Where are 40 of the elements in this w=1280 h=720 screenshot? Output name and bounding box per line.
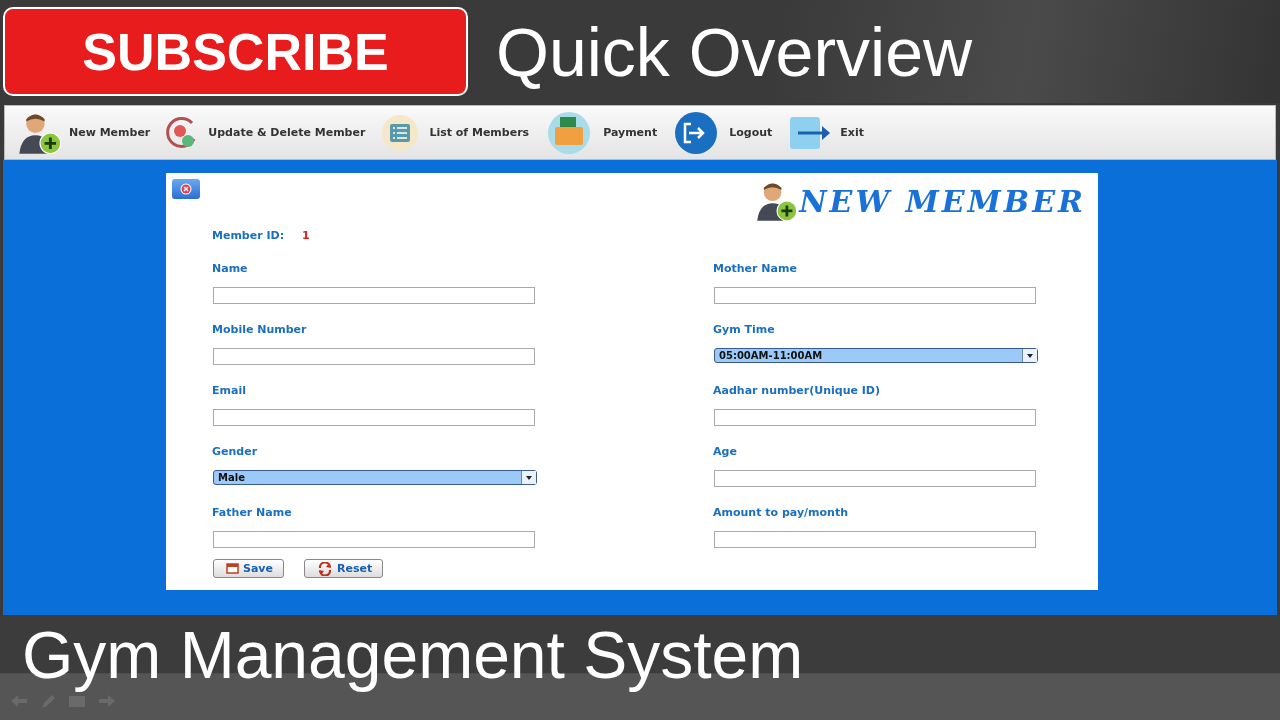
- close-icon: [180, 183, 192, 195]
- input-field[interactable]: [213, 409, 535, 426]
- toolbar-button[interactable]: New Member: [69, 126, 151, 139]
- field-label: Age: [713, 445, 737, 458]
- field-label: Amount to pay/month: [713, 506, 848, 519]
- toolbar-button[interactable]: Update & Delete Member: [208, 126, 366, 139]
- field-label: Mother Name: [713, 262, 797, 275]
- refresh-icon: [317, 561, 333, 576]
- input-field[interactable]: [714, 470, 1036, 487]
- field-label: Gender: [212, 445, 258, 458]
- video-subtitle: Gym Management System: [22, 617, 804, 693]
- input-field[interactable]: [213, 287, 535, 304]
- save-button[interactable]: Save: [213, 559, 284, 578]
- toolbar-button[interactable]: Exit: [840, 126, 864, 139]
- field-label: Father Name: [212, 506, 292, 519]
- field-label: Gym Time: [713, 323, 775, 336]
- close-button[interactable]: [172, 179, 200, 199]
- input-field[interactable]: [714, 287, 1036, 304]
- field-label: Member ID:: [212, 229, 285, 242]
- field-label: Aadhar number(Unique ID): [713, 384, 880, 397]
- reset-button[interactable]: Reset: [304, 559, 384, 578]
- field-label: Email: [212, 384, 246, 397]
- input-field[interactable]: [714, 409, 1036, 426]
- toolbar-button[interactable]: List of Members: [429, 126, 530, 139]
- dropdown[interactable]: Male: [213, 470, 537, 485]
- dropdown[interactable]: 05:00AM-11:00AM: [714, 348, 1038, 363]
- field-label: Mobile Number: [212, 323, 307, 336]
- video-title: Quick Overview: [496, 12, 973, 91]
- form-title: NEW MEMBER: [799, 183, 1086, 219]
- subscribe-banner: SUBSCRIBE: [3, 7, 468, 96]
- calendar-icon: [226, 563, 239, 574]
- input-field[interactable]: [213, 531, 535, 548]
- input-field[interactable]: [213, 348, 535, 365]
- toolbar-button[interactable]: Payment: [603, 126, 658, 139]
- input-field[interactable]: [714, 531, 1036, 548]
- field-label: Name: [212, 262, 248, 275]
- caret-icon: [521, 471, 536, 484]
- caret-icon: [1022, 349, 1037, 362]
- toolbar-button[interactable]: Logout: [729, 126, 773, 139]
- member-id-value: 1: [302, 229, 310, 242]
